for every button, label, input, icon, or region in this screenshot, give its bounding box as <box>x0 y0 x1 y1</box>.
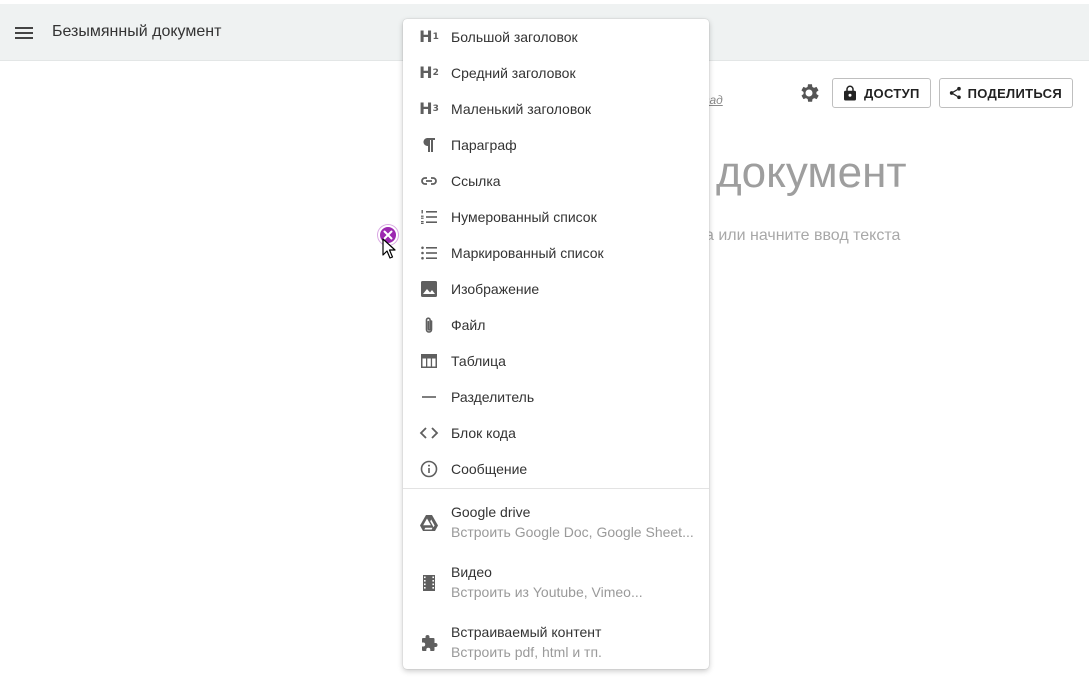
menu-item-video[interactable]: Видео Встроить из Youtube, Vimeo... <box>403 555 709 611</box>
numbered-list-icon <box>419 207 439 227</box>
insert-menu: H1 Большой заголовок H2 Средний заголово… <box>403 19 709 669</box>
menu-item-bulleted-list[interactable]: Маркированный список <box>403 235 709 271</box>
info-icon <box>419 459 439 479</box>
document-heading[interactable]: документ <box>716 148 907 198</box>
heading2-icon: H2 <box>419 63 439 82</box>
paperclip-icon <box>419 315 439 335</box>
menu-item-embed-content[interactable]: Встраиваемый контент Встроить pdf, html … <box>403 615 709 669</box>
mouse-cursor-icon <box>382 238 396 259</box>
menu-item-image[interactable]: Изображение <box>403 271 709 307</box>
divider-icon <box>419 387 439 407</box>
share-button[interactable]: ПОДЕЛИТЬСЯ <box>939 78 1073 108</box>
google-drive-icon <box>419 513 439 533</box>
menu-item-heading-medium[interactable]: H2 Средний заголовок <box>403 55 709 91</box>
access-label: ДОСТУП <box>864 85 920 101</box>
table-icon <box>419 351 439 371</box>
menu-item-paragraph[interactable]: Параграф <box>403 127 709 163</box>
code-icon <box>419 423 439 443</box>
document-title[interactable]: Безымянный документ <box>52 22 221 42</box>
lock-icon <box>844 85 856 101</box>
menu-item-file[interactable]: Файл <box>403 307 709 343</box>
menu-item-message[interactable]: Сообщение <box>403 451 709 487</box>
link-icon <box>419 171 439 191</box>
puzzle-icon <box>419 633 439 653</box>
share-icon <box>949 86 961 100</box>
bulleted-list-icon <box>419 243 439 263</box>
menu-separator <box>403 488 709 489</box>
menu-item-heading-large[interactable]: H1 Большой заголовок <box>403 19 709 55</box>
menu-item-code-block[interactable]: Блок кода <box>403 415 709 451</box>
image-icon <box>419 279 439 299</box>
heading1-icon: H1 <box>419 27 439 46</box>
menu-item-google-drive[interactable]: Google drive Встроить Google Doc, Google… <box>403 495 709 551</box>
hamburger-icon[interactable] <box>12 21 36 45</box>
document-placeholder[interactable]: а или начните ввод текста <box>705 227 900 245</box>
menu-item-numbered-list[interactable]: Нумерованный список <box>403 199 709 235</box>
heading3-icon: H3 <box>419 99 439 118</box>
menu-item-link[interactable]: Ссылка <box>403 163 709 199</box>
share-label: ПОДЕЛИТЬСЯ <box>967 85 1062 101</box>
menu-item-table[interactable]: Таблица <box>403 343 709 379</box>
gear-icon[interactable] <box>797 81 821 105</box>
paragraph-icon <box>419 135 439 155</box>
menu-item-heading-small[interactable]: H3 Маленький заголовок <box>403 91 709 127</box>
film-icon <box>419 573 439 593</box>
menu-item-divider[interactable]: Разделитель <box>403 379 709 415</box>
access-button[interactable]: ДОСТУП <box>832 78 931 108</box>
